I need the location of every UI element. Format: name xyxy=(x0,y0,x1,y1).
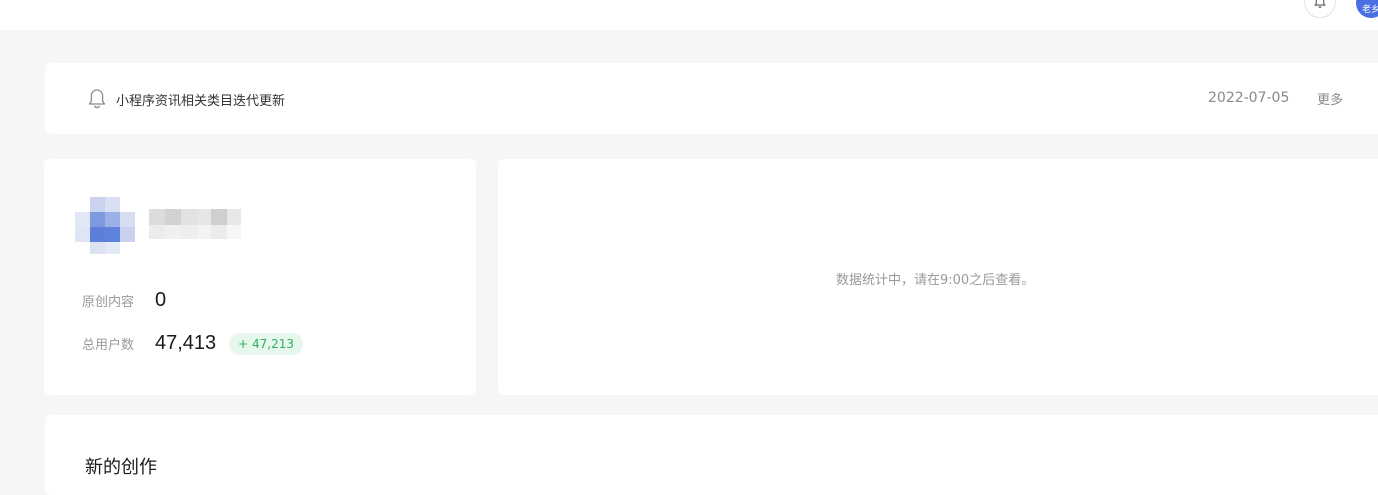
user-avatar[interactable]: 老乡 xyxy=(1356,0,1378,18)
stat-original-content: 原创内容 0 xyxy=(82,289,166,312)
stat-delta-badge: + 47,213 xyxy=(229,332,304,355)
stats-pending-message: 数据统计中，请在9:00之后查看。 xyxy=(836,273,1035,288)
account-avatar[interactable] xyxy=(75,197,135,257)
section-heading: 新的创作 xyxy=(85,457,157,478)
top-bar: 老乡 xyxy=(0,0,1378,30)
avatar-text: 老乡 xyxy=(1361,5,1378,15)
stat-label: 原创内容 xyxy=(82,295,135,310)
bell-icon xyxy=(1314,0,1326,8)
bell-icon xyxy=(88,89,106,109)
account-name-blurred xyxy=(149,209,241,239)
notice-bar: 小程序资讯相关类目迭代更新 2022-07-05 更多 xyxy=(45,63,1378,134)
stat-label: 总用户数 xyxy=(82,338,135,353)
notification-bell-button[interactable] xyxy=(1304,0,1336,18)
account-profile-card: 原创内容 0 总用户数 47,413 + 47,213 xyxy=(44,159,476,395)
new-creation-card: 新的创作 xyxy=(45,415,1378,495)
notice-date: 2022-07-05 xyxy=(1208,90,1290,106)
stat-total-users: 总用户数 47,413 + 47,213 xyxy=(82,332,304,355)
stat-value: 47,413 xyxy=(155,332,217,354)
stat-value: 0 xyxy=(155,289,167,311)
notice-title-link[interactable]: 小程序资讯相关类目迭代更新 xyxy=(116,90,285,109)
data-stats-card: 数据统计中，请在9:00之后查看。 xyxy=(498,159,1378,395)
more-link[interactable]: 更多 xyxy=(1317,89,1343,108)
